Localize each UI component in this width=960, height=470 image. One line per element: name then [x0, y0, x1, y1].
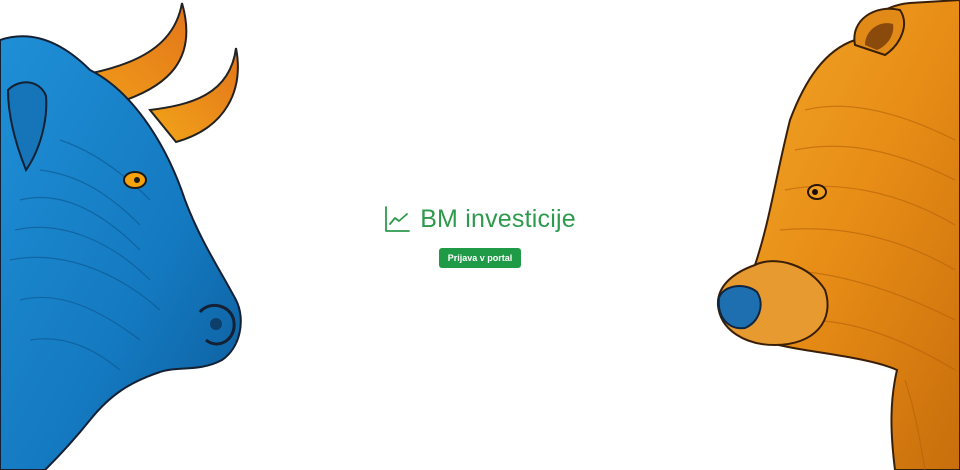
login-portal-button[interactable]: Prijava v portal [438, 248, 522, 268]
brand: BM investicije [384, 204, 576, 234]
hero: BM investicije Prijava v portal [0, 204, 960, 268]
landing-page: BM investicije Prijava v portal [0, 0, 960, 470]
line-chart-icon [385, 206, 411, 232]
brand-name: BM investicije [420, 205, 576, 233]
